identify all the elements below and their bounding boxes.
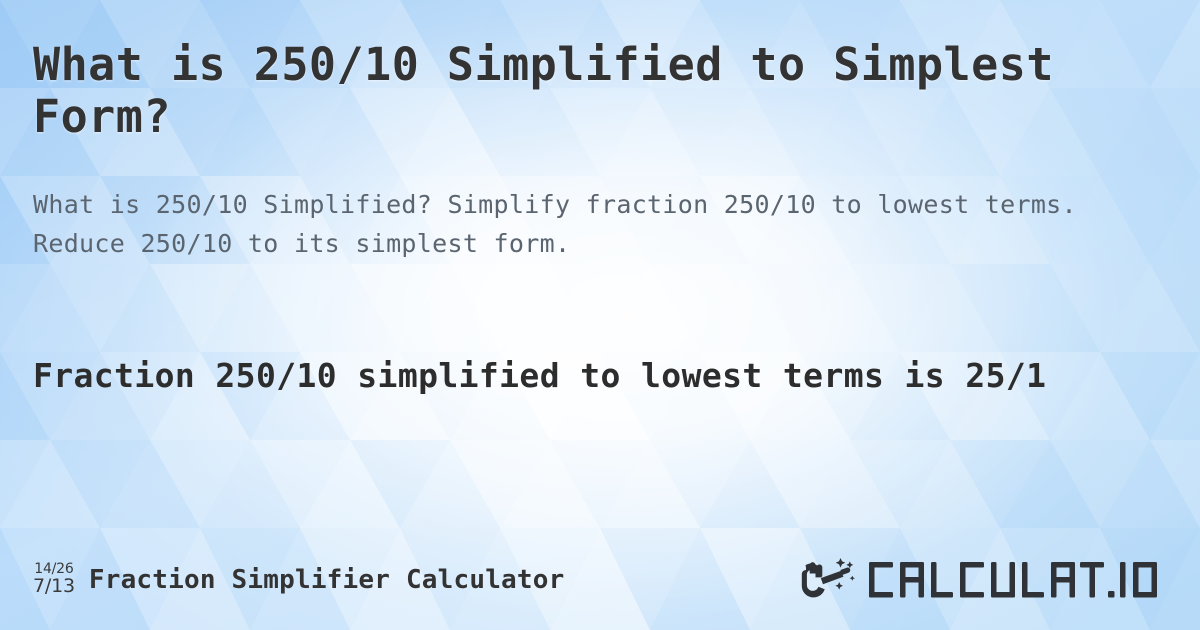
fraction-icon-bottom: 7/13 [33, 575, 75, 597]
result-text: Fraction 250/10 simplified to lowest ter… [33, 356, 1047, 395]
footer-site-name: Fraction Simplifier Calculator [88, 565, 565, 595]
share-card: What is 250/10 Simplified to Simplest Fo… [0, 0, 1200, 630]
page-subtitle: What is 250/10 Simplified? Simplify frac… [33, 190, 1077, 258]
fraction-icon-top: 14/26 [34, 561, 74, 577]
magic-wand-hand-icon [801, 558, 855, 598]
footer-brand: 14/26 7/13 Fraction Simplifier Calculato… [33, 562, 564, 598]
fraction-simplify-icon: 14/26 7/13 [33, 562, 75, 598]
calculatio-wordmark [869, 562, 1157, 598]
card-footer: 14/26 7/13 Fraction Simplifier Calculato… [0, 552, 1200, 608]
card-content: What is 250/10 Simplified to Simplest Fo… [0, 0, 1200, 630]
calculatio-logo[interactable]: CALCULAT.IO [799, 556, 1167, 604]
page-title: What is 250/10 Simplified to Simplest Fo… [33, 38, 1054, 143]
